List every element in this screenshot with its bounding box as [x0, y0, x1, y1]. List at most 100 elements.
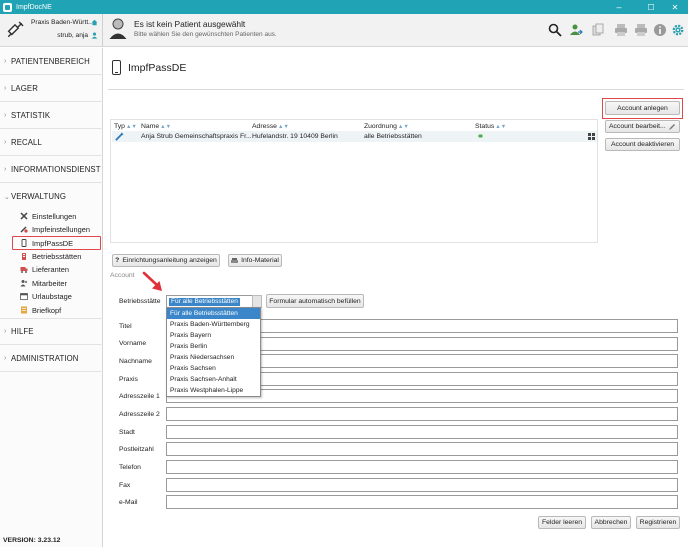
sort-icon: ▲▼ — [125, 124, 137, 130]
sidebar-item-label: Lieferanten — [32, 264, 69, 274]
cell-assignment: alle Betriebsstätten — [364, 133, 422, 140]
section-label: Account — [110, 272, 135, 279]
clear-fields-button[interactable]: Felder leeren — [538, 516, 586, 529]
setup-guide-label: Einrichtungsanleitung anzeigen — [122, 257, 217, 264]
documents-icon[interactable] — [591, 23, 605, 37]
tools-icon — [20, 212, 28, 220]
field-label: Postleitzahl — [119, 446, 154, 453]
dropdown-option[interactable]: Praxis Westphalen-Lippe — [167, 385, 260, 396]
cancel-button[interactable]: Abbrechen — [591, 516, 631, 529]
info-material-label: Info-Material — [241, 257, 279, 264]
nav-section-label: RECALL — [11, 137, 42, 147]
cell-address: Hufelandstr. 19 10409 Berlin — [252, 133, 338, 140]
nav-section-patientenbereich[interactable]: › PATIENTENBEREICH — [0, 48, 103, 75]
nav-section-label: VERWALTUNG — [11, 192, 67, 201]
nav-section-hilfe[interactable]: › HILFE — [0, 318, 103, 345]
grid-icon[interactable] — [588, 133, 595, 140]
sidebar: › PATIENTENBEREICH › LAGER › STATISTIK › REC… — [0, 48, 103, 547]
transfer-icon[interactable] — [569, 23, 583, 37]
gear-icon[interactable] — [671, 23, 685, 37]
nav-section-label: INFORMATIONSDIENST — [11, 164, 101, 174]
sidebar-item-betriebsstaetten[interactable]: Betriebsstätten — [20, 250, 81, 262]
sidebar-item-label: Betriebsstätten — [32, 251, 82, 261]
nav-section-administration[interactable]: › ADMINISTRATION — [0, 345, 103, 372]
nav-section-informationsdienst[interactable]: › INFORMATIONSDIENST — [0, 156, 103, 183]
maximize-button[interactable]: ☐ — [638, 0, 664, 14]
sidebar-item-label: Urlaubstage — [32, 291, 72, 301]
app-icon — [3, 2, 12, 12]
dropdown-option[interactable]: Praxis Niedersachsen — [167, 352, 260, 363]
dropdown-option[interactable]: Für alle Betriebsstätten — [167, 308, 260, 319]
sidebar-item-urlaubstage[interactable]: Urlaubstage — [20, 290, 72, 302]
column-header-name[interactable]: Name▲▼ — [141, 123, 171, 130]
site-label: Betriebsstätte — [119, 298, 161, 305]
column-header-zuordnung[interactable]: Zuordnung▲▼ — [364, 123, 409, 130]
address-line-2-field[interactable] — [166, 407, 678, 421]
postal-code-field[interactable] — [166, 442, 678, 456]
dropdown-option[interactable]: Praxis Berlin — [167, 341, 260, 352]
user-icon[interactable] — [91, 32, 98, 39]
autofill-button[interactable]: Formular automatisch befüllen — [266, 294, 364, 308]
column-header-status[interactable]: Status▲▼ — [475, 123, 506, 130]
truck-icon — [20, 267, 28, 273]
user-name: strub, anja — [57, 32, 88, 39]
fax-field[interactable] — [166, 478, 678, 492]
dropdown-option[interactable]: Praxis Sachsen — [167, 363, 260, 374]
city-field[interactable] — [166, 425, 678, 439]
patient-info: Es ist kein Patient ausgewählt Bitte wäh… — [109, 16, 409, 46]
sidebar-item-mitarbeiter[interactable]: Mitarbeiter — [20, 277, 67, 289]
print-icon[interactable] — [614, 23, 628, 37]
dropdown-option[interactable]: Praxis Sachsen-Anhalt — [167, 374, 260, 385]
info-material-button[interactable]: Info-Material — [228, 254, 282, 267]
calendar-icon — [20, 293, 28, 300]
version-label: VERSION: 3.23.12 — [3, 537, 61, 544]
sidebar-item-lieferanten[interactable]: Lieferanten — [20, 263, 69, 275]
nav-section-lager[interactable]: › LAGER — [0, 75, 103, 102]
home-icon[interactable] — [91, 19, 98, 26]
sidebar-item-label: Briefkopf — [32, 305, 62, 315]
patient-subtitle: Bitte wählen Sie den gewünschten Patient… — [134, 31, 277, 38]
nav-section-verwaltung[interactable]: ⌄ VERWALTUNG — [0, 183, 103, 210]
sidebar-item-label: Impfeinstellungen — [32, 224, 90, 234]
print-alt-icon[interactable] — [634, 23, 648, 37]
email-field[interactable] — [166, 495, 678, 509]
main-content: ImpfPassDE Typ▲▼ Name▲▼ Adresse▲▼ Zuordn… — [104, 48, 688, 547]
nav-section-label: LAGER — [11, 83, 38, 93]
search-icon[interactable] — [548, 23, 562, 37]
window-title: ImpfDocNE — [16, 3, 52, 11]
deactivate-account-button[interactable]: Account deaktivieren — [605, 138, 680, 151]
field-label: Adresszeile 1 — [119, 393, 160, 400]
sidebar-item-einstellungen[interactable]: Einstellungen — [20, 210, 76, 222]
site-selected-value: Für alle Betriebsstätten — [169, 298, 240, 306]
close-button[interactable]: ✕ — [662, 0, 688, 14]
sidebar-item-impfeinstellungen[interactable]: Impfeinstellungen — [20, 223, 90, 235]
divider — [108, 89, 684, 90]
nav-section-recall[interactable]: › RECALL — [0, 129, 103, 156]
app-header: Praxis Baden-Württ... strub, anja Es ist… — [0, 14, 688, 47]
info-icon[interactable] — [653, 23, 667, 37]
people-icon — [20, 280, 28, 287]
nav-section-statistik[interactable]: › STATISTIK — [0, 102, 103, 129]
field-label: Titel — [119, 323, 132, 330]
nav-section-label: STATISTIK — [11, 110, 51, 120]
site-dropdown-list: Für alle Betriebsstätten Praxis Baden-Wü… — [166, 307, 261, 397]
register-button[interactable]: Registrieren — [636, 516, 680, 529]
page-title: ImpfPassDE — [128, 61, 187, 74]
dropdown-option[interactable]: Praxis Baden-Württemberg — [167, 319, 260, 330]
column-header-adresse[interactable]: Adresse▲▼ — [252, 123, 289, 130]
dropdown-option[interactable]: Praxis Bayern — [167, 330, 260, 341]
minimize-button[interactable]: – — [606, 0, 632, 14]
table-row[interactable]: Anja Strub Gemeinschaftspraxis Fr... Huf… — [112, 131, 597, 142]
active-item-highlight — [12, 236, 101, 250]
field-label: Telefon — [119, 464, 141, 471]
sidebar-item-briefkopf[interactable]: Briefkopf — [20, 304, 61, 316]
syringe-logo-icon — [7, 21, 24, 38]
field-label: Vorname — [119, 340, 147, 347]
column-header-typ[interactable]: Typ▲▼ — [114, 123, 137, 130]
phone-field[interactable] — [166, 460, 678, 474]
setup-guide-button[interactable]: ? Einrichtungsanleitung anzeigen — [112, 254, 220, 267]
field-label: Fax — [119, 482, 131, 489]
sort-icon: ▲▼ — [397, 124, 409, 130]
edit-account-button[interactable]: Account bearbeit... — [605, 120, 680, 133]
practice-switcher[interactable]: Praxis Baden-Württ... strub, anja — [0, 14, 103, 47]
